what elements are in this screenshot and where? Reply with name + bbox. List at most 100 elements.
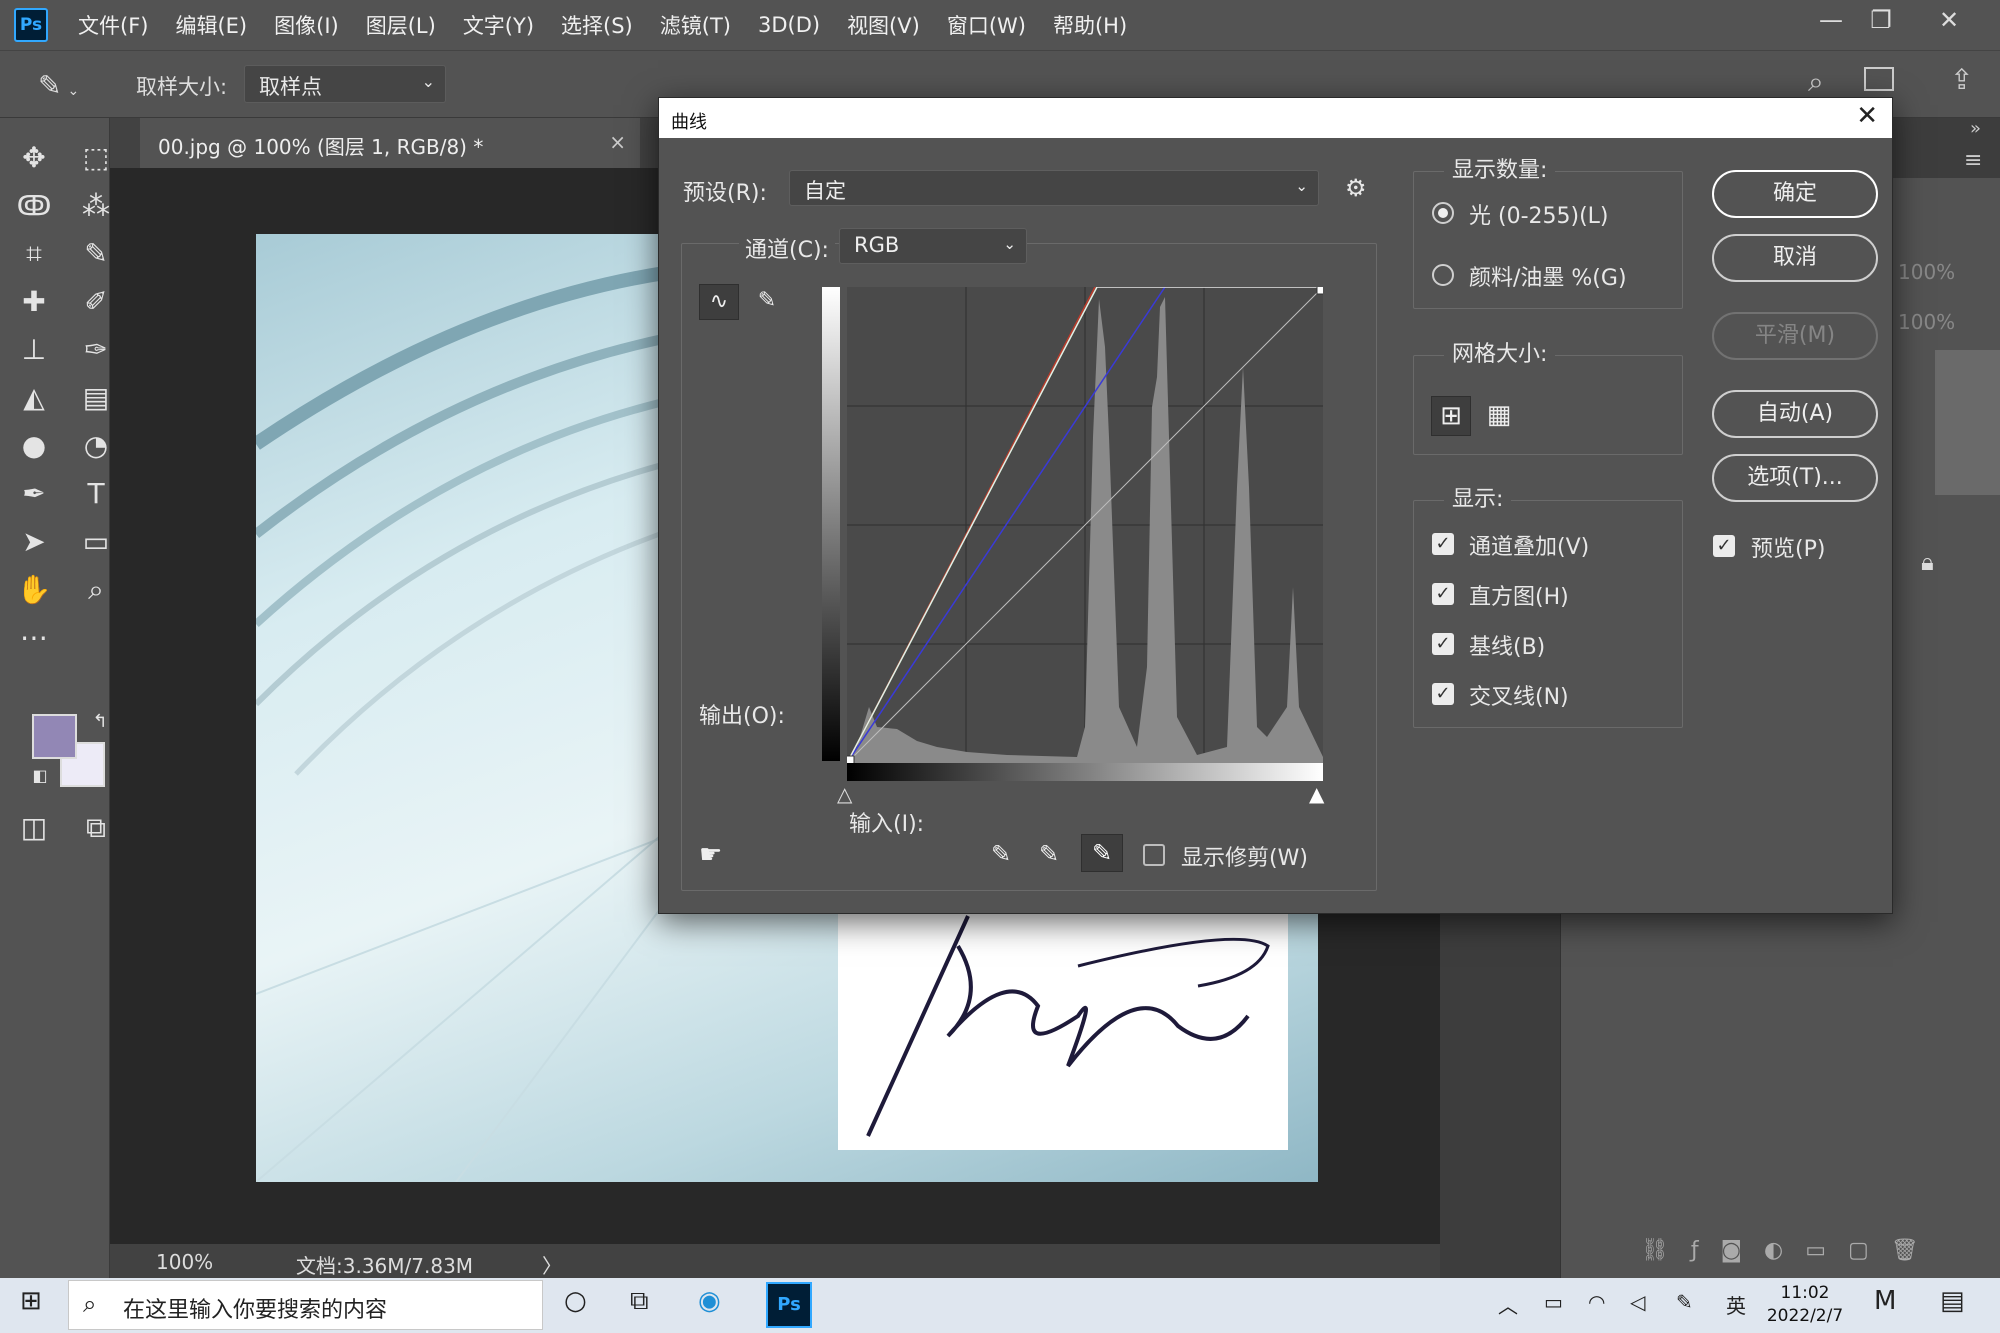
taskbar-search-input[interactable]: ⌕ 在这里输入你要搜索的内容 [68, 1280, 543, 1330]
task-view-icon[interactable]: ⧉ [630, 1286, 649, 1317]
histogram-label: 直方图(H) [1469, 585, 1569, 610]
battery-icon[interactable]: ▭ [1544, 1290, 1563, 1314]
collapse-panels-icon[interactable]: » [1970, 118, 1981, 139]
volume-icon[interactable]: ◁ [1630, 1290, 1645, 1314]
histogram-checkbox[interactable]: ✓ [1432, 583, 1454, 605]
workspace-icon[interactable] [1864, 67, 1894, 91]
panel-menu-icon[interactable]: ≡ [1964, 148, 1982, 173]
menu-image[interactable]: 图像(I) [274, 10, 339, 40]
opacity-value[interactable]: 100% [1898, 260, 1955, 284]
menu-view[interactable]: 视图(V) [847, 10, 920, 40]
minimize-button[interactable]: — [1806, 6, 1856, 34]
menu-layer[interactable]: 图层(L) [366, 10, 436, 40]
zoom-level[interactable]: 100% [156, 1250, 213, 1274]
panel-footer-icons[interactable]: ⛓ƒ◙◐▭▢🗑︎ [1641, 1238, 1941, 1263]
blur-tool-icon[interactable]: ● [14, 426, 54, 466]
pen-icon[interactable]: ✎ [1676, 1290, 1693, 1314]
lasso-tool-icon[interactable]: ↂ [14, 186, 54, 226]
photoshop-logo: Ps [14, 8, 48, 42]
intersection-line-checkbox[interactable]: ✓ [1432, 683, 1454, 705]
ime-indicator[interactable]: 英 [1726, 1290, 1746, 1319]
curves-graph[interactable] [847, 287, 1323, 763]
menu-3d[interactable]: 3D(D) [758, 13, 820, 37]
cancel-button[interactable]: 取消 [1712, 234, 1878, 282]
cortana-icon[interactable]: ○ [564, 1286, 587, 1316]
menu-edit[interactable]: 编辑(E) [175, 10, 247, 40]
pen-tool-icon[interactable]: ✒ [14, 474, 54, 514]
eyedropper-icon[interactable]: ✎ ⌄ [38, 69, 79, 102]
pigment-radio[interactable] [1432, 264, 1454, 286]
options-button[interactable]: 选项(T)... [1712, 454, 1878, 502]
crop-tool-icon[interactable]: ⌗ [14, 234, 54, 274]
quick-mask-icon[interactable]: ◫ [14, 808, 54, 848]
tray-expand-icon[interactable]: ︿ [1498, 1290, 1518, 1319]
auto-button[interactable]: 自动(A) [1712, 390, 1878, 438]
eraser-tool-icon[interactable]: ◭ [14, 378, 54, 418]
windows-taskbar: ⊞ ⌕ 在这里输入你要搜索的内容 ○ ⧉ ◉ Ps ︿ ▭ ◠ ◁ ✎ 英 11… [0, 1278, 2000, 1333]
healing-brush-icon[interactable]: ✚ [14, 282, 54, 322]
clone-stamp-icon[interactable]: ⊥ [14, 330, 54, 370]
curve-pencil-tool-icon[interactable]: ✎ [747, 284, 787, 320]
default-colors-icon[interactable]: ◧ [20, 756, 60, 796]
smooth-button[interactable]: 平滑(M) [1712, 312, 1878, 360]
fill-value[interactable]: 100% [1898, 310, 1955, 334]
meet-now-icon[interactable]: M [1874, 1286, 1896, 1316]
light-radio[interactable] [1432, 202, 1454, 224]
clock-date: 2022/2/7 [1766, 1306, 1844, 1326]
baseline-checkbox[interactable]: ✓ [1432, 633, 1454, 655]
menu-select[interactable]: 选择(S) [561, 10, 633, 40]
menu-window[interactable]: 窗口(W) [947, 10, 1026, 40]
notification-icon[interactable]: ▤ [1940, 1286, 1965, 1316]
hand-tool-icon[interactable]: ✋ [14, 570, 54, 610]
edge-browser-icon[interactable]: ◉ [698, 1286, 721, 1316]
white-eyedropper-icon[interactable]: ✎ [1081, 834, 1123, 872]
black-eyedropper-icon[interactable]: ✎ [991, 840, 1011, 868]
preset-select[interactable]: 自定 ⌄ [789, 170, 1319, 206]
preview-checkbox[interactable]: ✓ [1713, 535, 1735, 557]
preset-options-gear-icon[interactable]: ⚙ [1345, 174, 1367, 202]
preset-label: 预设(R): [683, 181, 767, 206]
restore-button[interactable]: ❐ [1856, 6, 1906, 34]
menu-file[interactable]: 文件(F) [78, 10, 148, 40]
signature-strokes [866, 915, 1270, 1137]
search-icon[interactable]: ⌕ [1808, 65, 1824, 99]
status-menu-arrow[interactable]: 〉 [542, 1250, 562, 1279]
pigment-radio-label: 颜料/油墨 %(G) [1469, 266, 1627, 291]
input-gradient-bar [847, 763, 1323, 781]
dialog-close-button[interactable]: ✕ [1856, 101, 1878, 131]
document-tab[interactable]: 00.jpg @ 100% (图层 1, RGB/8) * × [140, 118, 640, 168]
ok-button[interactable]: 确定 [1712, 170, 1878, 218]
dialog-title-bar[interactable]: 曲线 ✕ [659, 98, 1892, 138]
windows-start-icon[interactable]: ⊞ [20, 1286, 42, 1316]
light-radio-label: 光 (0-255)(L) [1469, 204, 1609, 229]
dialog-title: 曲线 [671, 112, 707, 133]
on-image-adjust-icon[interactable]: ☛ [699, 840, 722, 870]
more-tools-icon[interactable]: ⋯ [14, 618, 54, 658]
path-select-icon[interactable]: ➤ [14, 522, 54, 562]
sample-size-label: 取样大小: [136, 75, 228, 99]
curve-point-tool-icon[interactable]: ∿ [699, 284, 739, 320]
detailed-grid-icon[interactable]: ▦ [1479, 396, 1519, 436]
input-label: 输入(I): [849, 812, 925, 837]
close-window-button[interactable]: ✕ [1924, 6, 1974, 34]
simple-grid-icon[interactable]: ⊞ [1431, 396, 1471, 436]
move-tool-icon[interactable]: ✥ [14, 138, 54, 178]
status-bar: 100% 文档:3.36M/7.83M 〉 [110, 1244, 1440, 1278]
menu-help[interactable]: 帮助(H) [1053, 10, 1127, 40]
foreground-color-swatch[interactable] [32, 714, 77, 759]
menu-type[interactable]: 文字(Y) [463, 10, 534, 40]
white-point-slider-icon[interactable]: ▲ [1309, 782, 1324, 806]
menu-filter[interactable]: 滤镜(T) [660, 10, 731, 40]
channel-select[interactable]: RGB ⌄ [839, 228, 1027, 264]
channel-overlays-checkbox[interactable]: ✓ [1432, 533, 1454, 555]
taskbar-photoshop-icon[interactable]: Ps [766, 1282, 812, 1328]
taskbar-clock[interactable]: 11:02 2022/2/7 [1760, 1282, 1850, 1328]
sample-size-select[interactable]: 取样点 ⌄ [244, 65, 446, 103]
close-tab-icon[interactable]: × [609, 130, 626, 154]
share-icon[interactable]: ⇪ [1950, 63, 1973, 96]
network-icon[interactable]: ◠ [1588, 1290, 1605, 1314]
show-clipping-checkbox[interactable] [1143, 844, 1165, 866]
black-point-slider-icon[interactable]: △ [837, 782, 852, 806]
gray-eyedropper-icon[interactable]: ✎ [1039, 840, 1059, 868]
show-options-title: 显示: [1444, 481, 1512, 513]
